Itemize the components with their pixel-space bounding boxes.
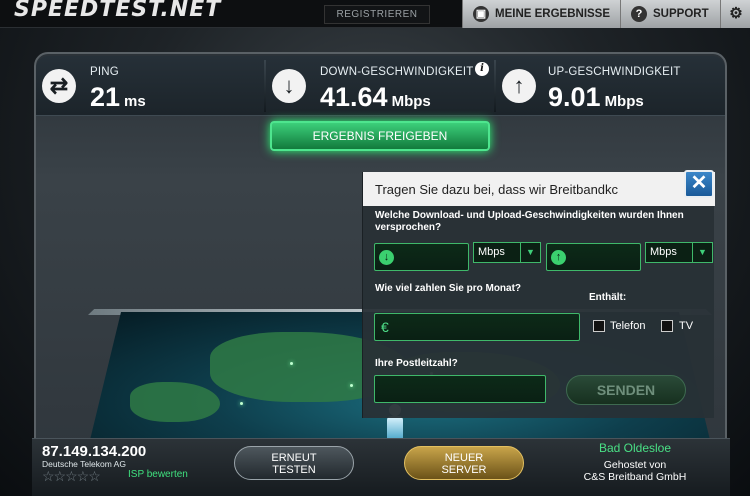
register-button[interactable]: REGISTRIEREN [324, 5, 430, 24]
tv-checkbox[interactable] [661, 320, 673, 332]
rate-isp-link[interactable]: ISP bewerten [128, 469, 188, 480]
ping-number: 21 [90, 82, 121, 112]
download-value: 41.64 Mbps [320, 82, 431, 113]
settings-tab[interactable]: ⚙ [720, 0, 750, 28]
map-city-dot [350, 384, 353, 387]
retest-button[interactable]: ERNEUT TESTEN [234, 446, 354, 480]
download-stat: ↓ DOWN-GESCHWINDIGKEIT 41.64 Mbps [270, 56, 496, 116]
retest-label-2: TESTEN [272, 464, 316, 476]
map-city-dot [290, 362, 293, 365]
price-question: Wie viel zahlen Sie pro Monat? [375, 283, 522, 294]
tv-label: TV [679, 320, 694, 332]
help-icon: ? [631, 5, 647, 22]
download-arrow-icon: ↓ [272, 69, 306, 103]
close-icon: ✕ [690, 172, 708, 194]
ping-stat: ⇄ PING 21 ms [36, 56, 264, 116]
upload-unit: Mbps [604, 93, 644, 110]
chevron-down-icon: ▼ [520, 243, 540, 262]
speedtest-page: SPEEDTEST.NET REGISTRIEREN ▣ MEINE ERGEBN… [0, 0, 750, 496]
divider [264, 60, 266, 112]
map-city-dot [240, 402, 243, 405]
close-survey-button[interactable]: ✕ [684, 170, 714, 198]
upload-label: UP-GESCHWINDIGKEIT [548, 66, 681, 78]
zip-question: Ihre Postleitzahl? [375, 358, 458, 369]
new-server-label-1: NEUER [444, 452, 484, 464]
new-server-button[interactable]: NEUER SERVER [404, 446, 524, 480]
upload-arrow-icon: ↑ [502, 69, 536, 103]
download-unit: Mbps [391, 93, 431, 110]
my-results-tab[interactable]: ▣ MEINE ERGEBNISSE [462, 0, 620, 28]
support-tab[interactable]: ? SUPPORT [620, 0, 720, 28]
support-label: SUPPORT [653, 8, 709, 20]
host-name: C&S Breitband GmbH [583, 471, 687, 483]
upload-speed-input[interactable]: ↑ [546, 243, 641, 271]
server-city: Bad Oldesloe [598, 441, 672, 455]
speedtest-logo[interactable]: SPEEDTEST.NET [14, 0, 221, 22]
gear-icon: ⚙ [729, 4, 743, 22]
send-button[interactable]: SENDEN [566, 375, 686, 405]
camera-icon: ▣ [473, 5, 489, 22]
stats-panel: ⇄ PING 21 ms ↓ DOWN-GESCHWINDIGKEIT 41.64… [36, 56, 725, 116]
divider [494, 60, 496, 112]
download-speed-input[interactable]: ↓ [374, 243, 469, 271]
speed-question: Welche Download- und Upload-Geschwindigk… [375, 210, 684, 233]
upload-value: 9.01 Mbps [548, 82, 644, 113]
download-label: DOWN-GESCHWINDIGKEIT [320, 66, 474, 78]
download-arrow-icon: ↓ [379, 250, 394, 265]
hosted-by-label: Gehostet von [603, 459, 667, 471]
upload-unit-value: Mbps [650, 246, 677, 258]
zip-input[interactable] [374, 375, 546, 403]
download-number: 41.64 [320, 82, 388, 112]
upload-stat: ↑ UP-GESCHWINDIGKEIT 9.01 Mbps [500, 56, 725, 116]
monthly-price-input[interactable]: € [374, 313, 580, 341]
top-bar: SPEEDTEST.NET REGISTRIEREN ▣ MEINE ERGEBN… [0, 0, 750, 28]
server-host: Gehostet von C&S Breitband GmbH [560, 459, 710, 483]
chevron-down-icon: ▼ [692, 243, 712, 262]
retest-label-1: ERNEUT [271, 452, 317, 464]
currency-label: € [381, 319, 389, 335]
download-unit-select[interactable]: Mbps ▼ [473, 242, 541, 263]
new-server-label-2: SERVER [441, 464, 487, 476]
included-label: Enthält: [589, 292, 627, 303]
info-icon[interactable]: i [475, 62, 489, 76]
ping-label: PING [90, 66, 119, 78]
ip-address: 87.149.134.200 [42, 443, 147, 460]
phone-checkbox[interactable] [593, 320, 605, 332]
upload-arrow-icon: ↑ [551, 250, 566, 265]
share-result-button[interactable]: ERGEBNIS FREIGEBEN [270, 121, 490, 151]
phone-label: Telefon [610, 320, 646, 332]
upload-number: 9.01 [548, 82, 601, 112]
ping-value: 21 ms [90, 82, 146, 113]
map-landmass [130, 382, 220, 422]
my-results-label: MEINE ERGEBNISSE [495, 8, 611, 20]
upload-unit-select[interactable]: Mbps ▼ [645, 242, 713, 263]
ping-arrows-icon: ⇄ [42, 69, 76, 103]
survey-title: Tragen Sie dazu bei, dass wir Breitbandk… [363, 172, 715, 206]
rating-stars[interactable]: ☆☆☆☆☆ [42, 468, 101, 485]
download-unit-value: Mbps [478, 246, 505, 258]
ping-unit: ms [124, 93, 146, 110]
